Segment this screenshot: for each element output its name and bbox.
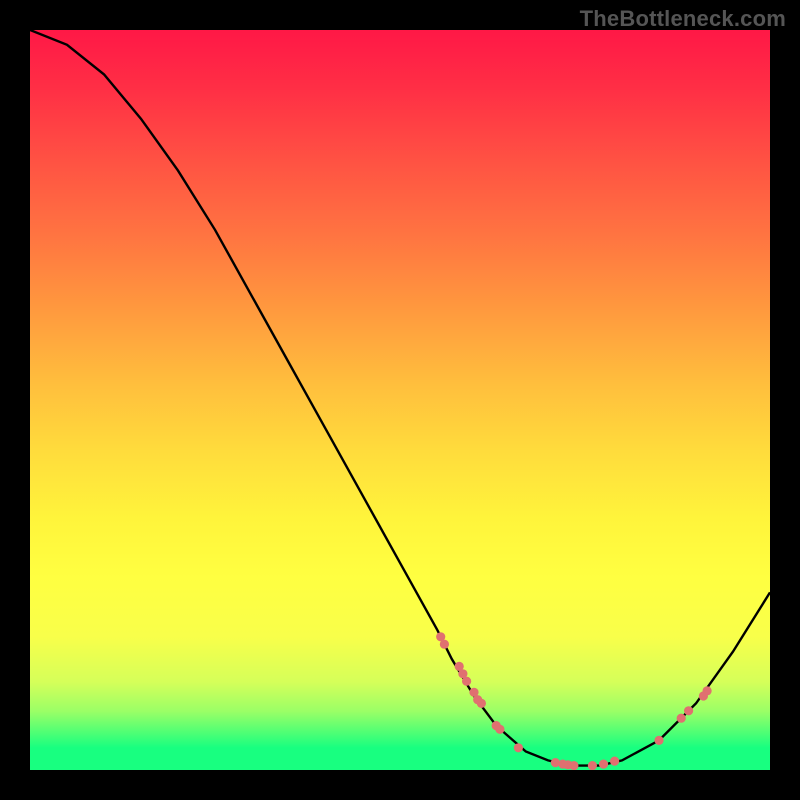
data-marker: [703, 686, 712, 695]
data-marker: [610, 757, 619, 766]
data-marker: [477, 699, 486, 708]
data-marker: [462, 677, 471, 686]
data-marker: [684, 706, 693, 715]
plot-svg: [30, 30, 770, 770]
data-marker: [677, 714, 686, 723]
data-marker: [495, 725, 504, 734]
data-marker: [440, 640, 449, 649]
watermark-text: TheBottleneck.com: [580, 6, 786, 32]
data-marker: [588, 761, 597, 770]
data-marker: [599, 759, 608, 768]
data-marker: [654, 736, 663, 745]
data-marker: [514, 743, 523, 752]
chart-container: TheBottleneck.com: [0, 0, 800, 800]
markers-group: [436, 632, 712, 770]
curve-line: [30, 30, 770, 766]
data-marker: [569, 761, 578, 770]
